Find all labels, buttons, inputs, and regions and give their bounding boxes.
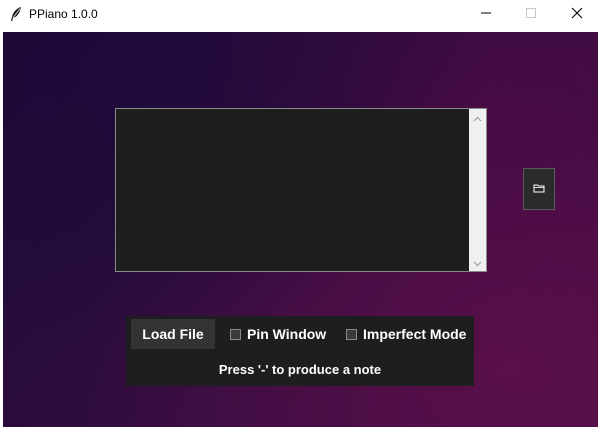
scroll-down-button[interactable] (469, 254, 486, 271)
imperfect-mode-box[interactable] (346, 328, 357, 340)
controls-panel: Load File Pin Window Imperfect Mode Pres… (126, 316, 474, 386)
minimize-button[interactable] (463, 0, 509, 30)
chevron-down-icon (473, 254, 482, 272)
imperfect-mode-label: Imperfect Mode (363, 326, 467, 342)
scroll-up-button[interactable] (469, 109, 486, 126)
notes-textarea[interactable] (116, 109, 468, 271)
chevron-up-icon (473, 109, 482, 127)
app-window: PPiano 1.0.0 Load File Pin Window Imperf… (0, 0, 600, 430)
maximize-icon (525, 6, 537, 24)
title-bar[interactable]: PPiano 1.0.0 (0, 0, 600, 30)
maximize-button[interactable] (508, 0, 554, 30)
pin-window-label: Pin Window (247, 326, 327, 342)
feather-icon (8, 6, 24, 22)
folder-icon (533, 180, 545, 198)
vertical-scrollbar[interactable] (469, 109, 486, 271)
minimize-icon (480, 6, 492, 24)
main-content: Load File Pin Window Imperfect Mode Pres… (3, 32, 598, 427)
window-title: PPiano 1.0.0 (29, 7, 98, 21)
close-button[interactable] (554, 0, 600, 30)
close-icon (571, 6, 583, 24)
pin-window-box[interactable] (230, 328, 241, 340)
load-file-button[interactable]: Load File (131, 319, 215, 349)
notes-editor (115, 108, 487, 272)
pin-window-checkbox[interactable]: Pin Window (230, 324, 326, 344)
open-folder-button[interactable] (523, 168, 555, 210)
imperfect-mode-checkbox[interactable]: Imperfect Mode (346, 324, 466, 344)
hint-text: Press '-' to produce a note (218, 362, 382, 377)
